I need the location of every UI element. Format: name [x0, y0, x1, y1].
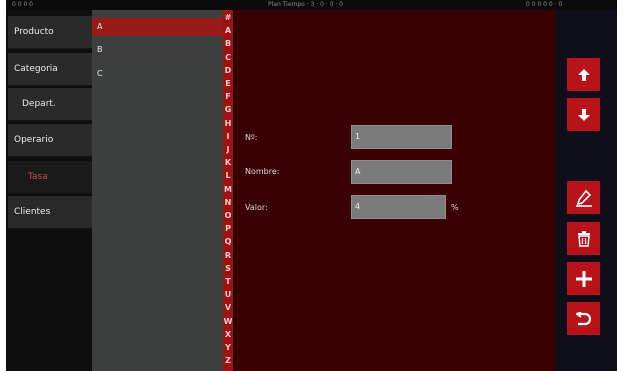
item-list: A B C: [92, 10, 223, 371]
alphabet-letter[interactable]: N: [223, 198, 233, 207]
app-window: 0 0 0 0 Plan Tiempo · 3 · 0 · 0 · 0 0 0 …: [6, 0, 617, 371]
plus-icon: [575, 270, 592, 287]
menu-item-clientes[interactable]: Clientes: [8, 196, 92, 229]
name-label: Nombre:: [245, 167, 280, 176]
name-field[interactable]: A: [351, 160, 452, 184]
alphabet-letter[interactable]: A: [223, 26, 233, 35]
alphabet-letter[interactable]: W: [223, 317, 233, 326]
status-bar-left: 0 0 0 0: [12, 1, 33, 8]
list-item[interactable]: C: [92, 65, 223, 83]
alphabet-letter[interactable]: F: [223, 92, 233, 101]
alphabet-letter[interactable]: Z: [223, 356, 233, 365]
alphabet-letter[interactable]: O: [223, 211, 233, 220]
arrow-down-icon: [577, 108, 590, 121]
alphabet-letter[interactable]: G: [223, 105, 233, 114]
detail-panel: Nº: 1 Nombre: A Valor: 4 %: [234, 10, 555, 371]
menu-item-categoria[interactable]: Categoria: [8, 53, 92, 86]
alphabet-letter[interactable]: #: [223, 13, 233, 22]
menu-item-producto[interactable]: Producto: [8, 16, 92, 49]
alphabet-letter[interactable]: V: [223, 303, 233, 312]
alphabet-letter[interactable]: S: [223, 264, 233, 273]
alphabet-letter[interactable]: B: [223, 39, 233, 48]
alphabet-letter[interactable]: C: [223, 53, 233, 62]
alphabet-letter[interactable]: T: [223, 277, 233, 286]
alphabet-index[interactable]: # A B C D E F G H I J K L M N O P Q R S T U V W X Y Z: [223, 10, 233, 371]
number-field[interactable]: 1: [351, 125, 452, 149]
value-field[interactable]: 4: [351, 195, 446, 219]
alphabet-letter[interactable]: P: [223, 224, 233, 233]
menu-item-operario[interactable]: Operario: [8, 124, 92, 157]
alphabet-letter[interactable]: Y: [223, 343, 233, 352]
value-label: Valor:: [245, 203, 268, 212]
alphabet-letter[interactable]: X: [223, 330, 233, 339]
alphabet-letter[interactable]: M: [223, 185, 233, 194]
action-bar: [555, 10, 617, 371]
trash-icon: [577, 230, 590, 247]
move-up-button[interactable]: [567, 58, 600, 91]
status-bar: 0 0 0 0 Plan Tiempo · 3 · 0 · 0 · 0 0 0 …: [6, 0, 617, 10]
alphabet-letter[interactable]: Q: [223, 237, 233, 246]
menu-item-depart[interactable]: Depart.: [8, 88, 92, 121]
list-item[interactable]: B: [92, 41, 223, 59]
alphabet-letter[interactable]: K: [223, 158, 233, 167]
alphabet-letter[interactable]: R: [223, 251, 233, 260]
add-button[interactable]: [567, 262, 600, 295]
alphabet-letter[interactable]: J: [223, 145, 233, 154]
value-unit: %: [451, 203, 459, 212]
undo-icon: [575, 311, 591, 325]
edit-icon: [575, 189, 592, 207]
alphabet-letter[interactable]: H: [223, 119, 233, 128]
alphabet-letter[interactable]: L: [223, 171, 233, 180]
menu-item-tasa[interactable]: Tasa: [8, 161, 92, 194]
alphabet-letter[interactable]: E: [223, 79, 233, 88]
list-item[interactable]: A: [92, 18, 223, 36]
status-bar-right: 0 0 0 0 0 · 0: [526, 1, 563, 8]
alphabet-letter[interactable]: D: [223, 66, 233, 75]
move-down-button[interactable]: [567, 98, 600, 131]
alphabet-letter[interactable]: U: [223, 290, 233, 299]
number-label: Nº:: [245, 133, 258, 142]
back-button[interactable]: [567, 302, 600, 335]
delete-button[interactable]: [567, 222, 600, 255]
status-bar-middle: Plan Tiempo · 3 · 0 · 0 · 0: [268, 1, 343, 8]
alphabet-letter[interactable]: I: [223, 132, 233, 141]
arrow-up-icon: [577, 68, 590, 81]
edit-button[interactable]: [567, 181, 600, 214]
